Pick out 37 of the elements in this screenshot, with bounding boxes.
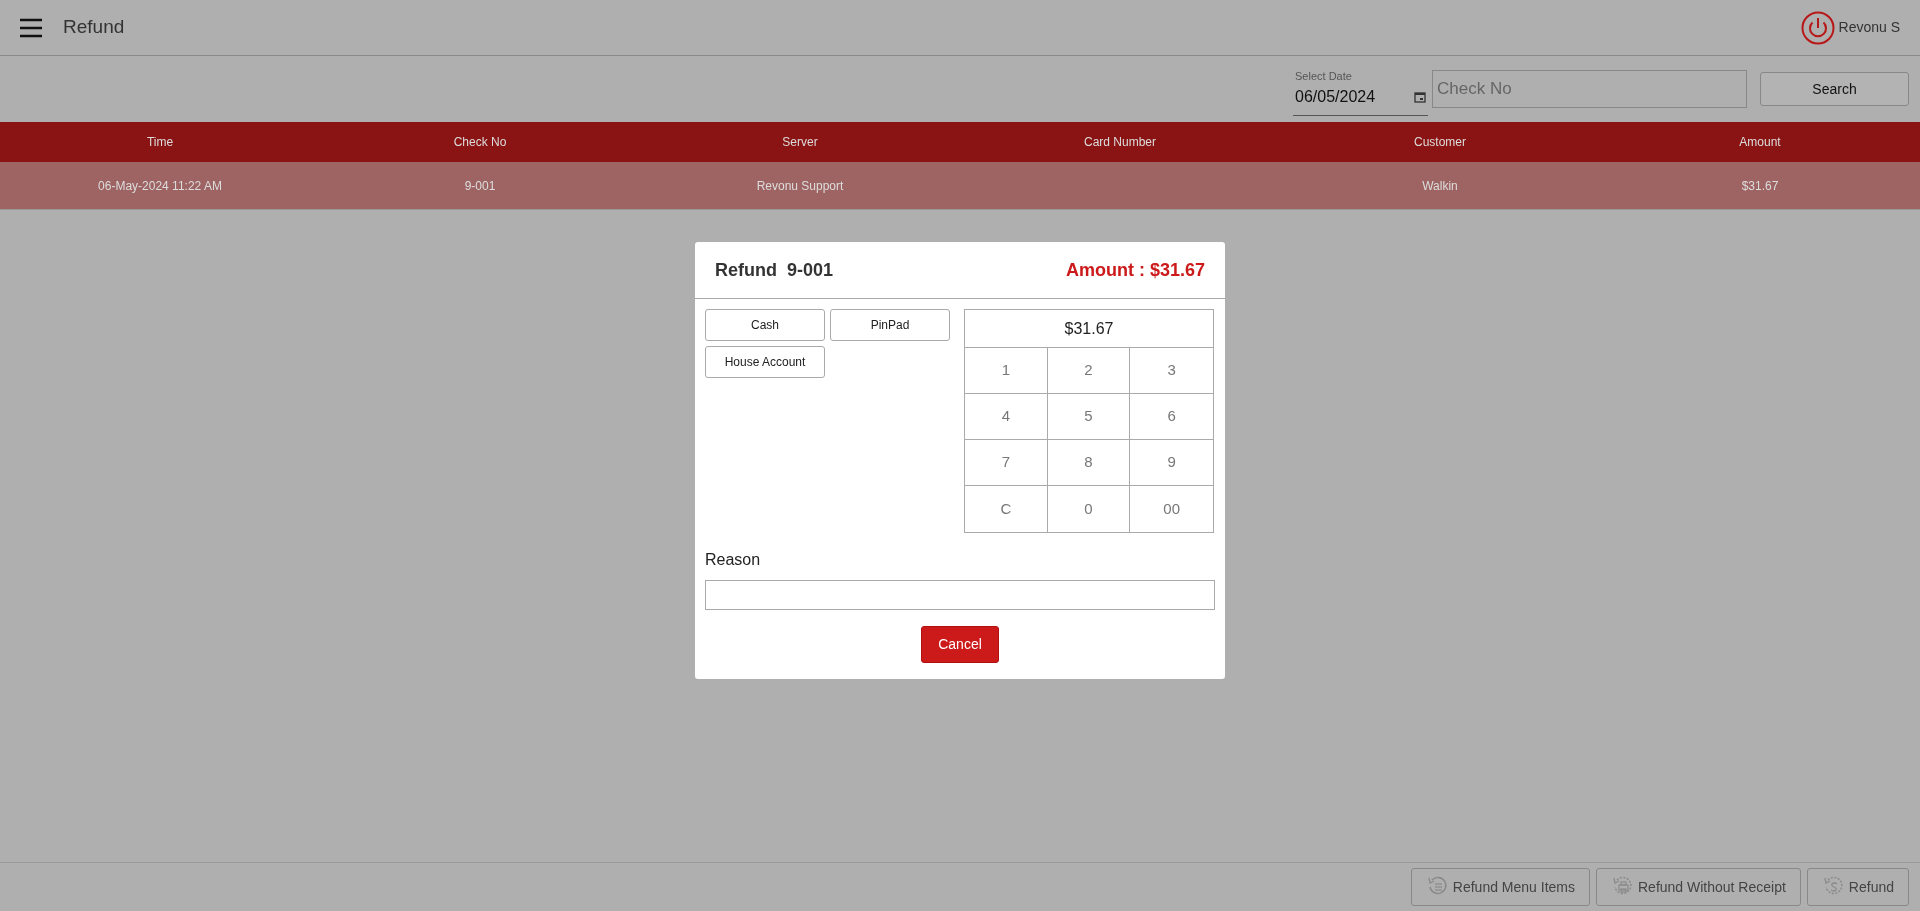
- table-cell-text: 9-001: [463, 177, 497, 195]
- dialog-title: Refund 9-001: [715, 258, 834, 282]
- column-header: Check No: [452, 134, 508, 151]
- column-header: Server: [781, 134, 819, 151]
- cancel-button[interactable]: Cancel: [921, 626, 999, 663]
- refund-action-button[interactable]: Refund Menu Items: [1410, 868, 1590, 906]
- reason-field[interactable]: [705, 580, 1215, 610]
- table-row[interactable]: 06-May-2024 11:22 AM 9-001 Revonu Support Walkin $31.67: [0, 162, 1920, 210]
- refund-action-button[interactable]: Refund: [1806, 868, 1909, 906]
- reason-label: Reason: [705, 550, 762, 570]
- keypad-key[interactable]: 8: [1047, 440, 1131, 486]
- table-cell-text: 06-May-2024 11:22 AM: [97, 177, 223, 195]
- column-header: Amount: [1738, 134, 1782, 151]
- keypad-key[interactable]: 7: [965, 440, 1048, 486]
- refund-amount: Amount : $31.67: [1065, 258, 1205, 282]
- power-icon[interactable]: [1800, 10, 1835, 45]
- payment-method-button[interactable]: PinPad: [830, 309, 950, 341]
- menu-icon[interactable]: [20, 17, 42, 38]
- calendar-icon[interactable]: [1414, 90, 1426, 103]
- table-cell-text: Walkin: [1421, 177, 1459, 195]
- check-number-field[interactable]: Check No: [1432, 70, 1747, 108]
- table-cell-text: $31.67: [1740, 177, 1780, 195]
- column-header: Customer: [1413, 134, 1467, 151]
- keypad-key[interactable]: 5: [1047, 394, 1131, 440]
- table-cell-text: Revonu Support: [755, 177, 845, 195]
- keypad-key[interactable]: 1: [965, 348, 1048, 394]
- user-name: Revonu S: [1838, 18, 1900, 37]
- payment-method-button[interactable]: House Account: [705, 346, 825, 378]
- payment-method-button[interactable]: Cash: [705, 309, 825, 341]
- refund-action-button[interactable]: Refund Without Receipt: [1596, 868, 1801, 906]
- keypad-key[interactable]: 2: [1047, 348, 1131, 394]
- page-title: Refund: [63, 15, 125, 40]
- column-header: Card Number: [1083, 134, 1157, 151]
- keypad-key[interactable]: 4: [965, 394, 1048, 440]
- date-field[interactable]: Select Date 06/05/2024: [1293, 62, 1428, 116]
- search-button[interactable]: Search: [1760, 72, 1909, 106]
- column-header: Time: [145, 134, 175, 151]
